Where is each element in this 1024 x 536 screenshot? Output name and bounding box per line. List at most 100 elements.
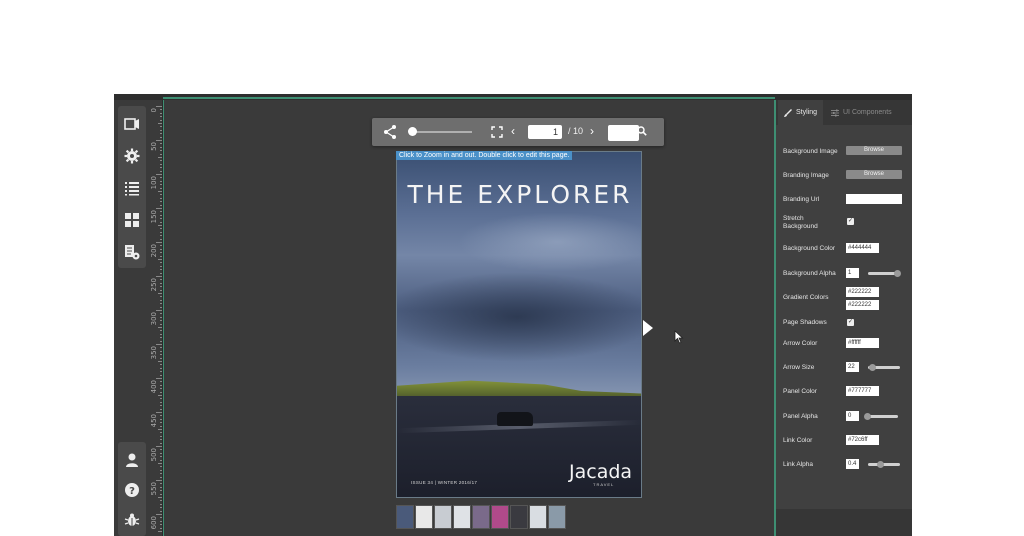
ruler-tick (156, 480, 162, 481)
page-thumbnail[interactable] (415, 505, 433, 529)
tab-ui-components[interactable]: UI Components (825, 100, 912, 125)
ruler-tick (160, 248, 162, 250)
tab-styling-label: Styling (796, 109, 818, 116)
background-alpha-input[interactable]: 1 (846, 268, 859, 278)
page-thumbnail[interactable] (396, 505, 414, 529)
ruler-tick (160, 231, 162, 233)
page-thumbnail[interactable] (453, 505, 471, 529)
ruler-tick (160, 119, 162, 121)
ruler-tick (158, 395, 162, 396)
label-gradient-colors: Gradient Colors (783, 294, 829, 301)
page-thumbnail[interactable] (472, 505, 490, 529)
ruler-tick (160, 167, 162, 169)
tab-styling[interactable]: Styling (778, 100, 823, 125)
help-icon[interactable]: ? (118, 476, 146, 504)
gear-icon[interactable] (118, 142, 146, 170)
link-alpha-slider[interactable] (868, 461, 900, 468)
ruler-tick (158, 327, 162, 328)
label-page-shadows: Page Shadows (783, 319, 827, 326)
arrow-color-input[interactable]: #ffffff (846, 338, 879, 348)
panel-alpha-input[interactable]: 0 (846, 411, 859, 421)
ruler-label: 250 (150, 278, 158, 292)
arrow-size-slider[interactable] (868, 364, 900, 371)
pages-settings-icon[interactable] (118, 238, 146, 266)
link-color-input[interactable]: #72c6ff (846, 435, 879, 445)
sliders-icon (831, 109, 839, 116)
gradient-color-1-input[interactable]: #222222 (846, 287, 879, 297)
ruler-tick (160, 126, 162, 128)
next-arrow-icon[interactable] (643, 320, 653, 336)
user-icon[interactable] (118, 446, 146, 474)
ruler-label: 450 (150, 414, 158, 428)
page-thumbnail[interactable] (529, 505, 547, 529)
ruler-tick (158, 225, 162, 226)
ruler-tick (160, 136, 162, 138)
search-icon[interactable] (637, 126, 647, 136)
ruler-tick (160, 415, 162, 417)
search-input[interactable] (608, 125, 639, 141)
ruler-tick (156, 276, 162, 277)
label-arrow-color: Arrow Color (783, 340, 818, 347)
ruler-tick (160, 486, 162, 488)
flipbook-canvas[interactable]: ‹ / 10 › THE EXPLORER ISSUE 34 | WINTER … (163, 100, 776, 536)
stretch-background-checkbox[interactable]: ✓ (847, 218, 854, 225)
bug-icon[interactable] (118, 506, 146, 534)
ruler-tick (160, 459, 162, 461)
list-icon[interactable] (118, 174, 146, 202)
background-color-input[interactable]: #444444 (846, 243, 879, 253)
arrow-size-knob[interactable] (868, 364, 876, 371)
left-sidebar: ? (114, 100, 150, 536)
arrow-size-input[interactable]: 22 (846, 362, 859, 372)
ruler-tick (160, 432, 162, 434)
page-shadows-checkbox[interactable]: ✓ (847, 319, 854, 326)
ruler-tick (156, 514, 162, 515)
zoom-slider-knob[interactable] (408, 127, 417, 136)
background-alpha-slider[interactable] (868, 270, 901, 277)
cover-page[interactable]: THE EXPLORER ISSUE 34 | WINTER 2016/17 J… (396, 151, 642, 498)
ruler-tick (160, 211, 162, 213)
background-image-browse-button[interactable]: Browse (846, 146, 902, 155)
gradient-color-2-input[interactable]: #222222 (846, 300, 879, 310)
panel-alpha-knob[interactable] (864, 413, 871, 420)
sidebar-top-group (118, 106, 146, 268)
branding-url-input[interactable] (846, 194, 902, 204)
ruler-label: 0 (150, 108, 158, 113)
page-thumbnail[interactable] (491, 505, 509, 529)
grid-icon[interactable] (118, 206, 146, 234)
ruler-tick (160, 306, 162, 308)
ruler-tick (160, 262, 162, 264)
ruler-tick (160, 235, 162, 237)
ruler-tick (160, 364, 162, 366)
label-panel-color: Panel Color (783, 388, 817, 395)
ruler-label: 200 (150, 244, 158, 258)
flipbook-icon[interactable] (118, 110, 146, 138)
ruler-tick (160, 384, 162, 386)
panel-color-input[interactable]: #777777 (846, 386, 879, 396)
link-alpha-input[interactable]: 0.4 (846, 459, 859, 469)
page-thumbnail[interactable] (434, 505, 452, 529)
zoom-slider[interactable] (410, 131, 472, 133)
next-page-icon[interactable]: › (590, 124, 594, 138)
ruler-tick (160, 170, 162, 172)
ruler-tick (160, 180, 162, 182)
editor-window: ? 0 50 100 150 200 250 300 350 400 450 500 550 600 ‹… (114, 94, 912, 536)
properties-panel-footer (776, 509, 912, 536)
share-icon[interactable] (382, 124, 398, 140)
ruler-tick (160, 456, 162, 458)
page-thumbnail[interactable] (510, 505, 528, 529)
ruler-tick (156, 106, 162, 107)
previous-page-icon[interactable]: ‹ (511, 124, 515, 138)
page-thumbnail[interactable] (548, 505, 566, 529)
ruler-tick (160, 435, 162, 437)
fullscreen-icon[interactable] (491, 126, 503, 138)
ruler-label: 300 (150, 312, 158, 326)
label-branding-image: Branding Image (783, 172, 829, 179)
panel-alpha-slider[interactable] (864, 413, 898, 420)
branding-image-browse-button[interactable]: Browse (846, 170, 902, 179)
background-alpha-knob[interactable] (894, 270, 901, 277)
ruler-tick (160, 323, 162, 325)
page-number-input[interactable] (528, 125, 562, 139)
cover-cloud-light (457, 212, 641, 272)
ruler-label: 550 (150, 482, 158, 496)
ruler-tick (160, 303, 162, 305)
